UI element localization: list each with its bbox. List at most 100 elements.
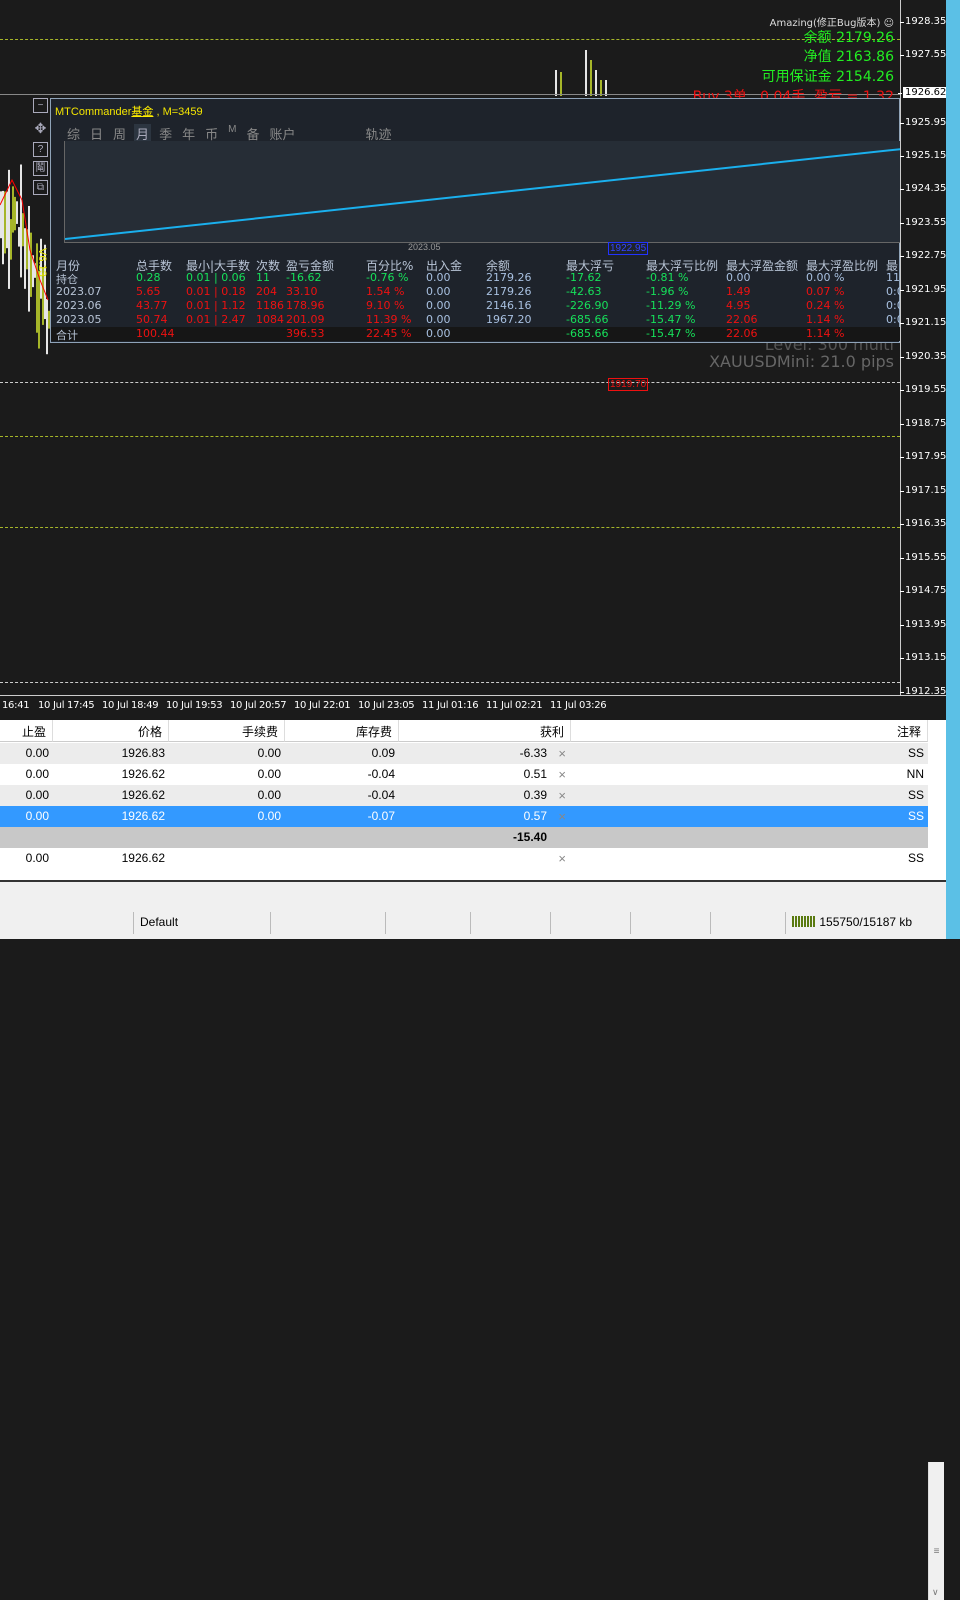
status-cell bbox=[710, 912, 785, 934]
restore-button[interactable]: ⧉ bbox=[33, 180, 48, 195]
candle bbox=[590, 60, 592, 96]
status-cell bbox=[385, 912, 470, 934]
time-tick: 10 Jul 19:53 bbox=[166, 700, 223, 711]
equity-curve bbox=[64, 141, 900, 243]
table-cell: SS bbox=[907, 746, 924, 760]
close-order-icon[interactable]: × bbox=[558, 851, 566, 866]
candle bbox=[30, 232, 32, 297]
stats-cell: -17.62 bbox=[566, 271, 602, 284]
price-tick: 1928.35 bbox=[899, 16, 947, 27]
stats-cell: 0.00 bbox=[426, 271, 451, 284]
table-cell: -0.04 bbox=[367, 767, 395, 781]
profile-name[interactable]: Default bbox=[133, 912, 273, 934]
column-header[interactable]: 手续费 bbox=[169, 720, 285, 742]
price-tick: 1922.75 bbox=[899, 250, 947, 261]
table-cell: 0.09 bbox=[371, 746, 395, 760]
table-cell: 1926.83 bbox=[121, 746, 165, 760]
table-cell: 0.00 bbox=[25, 746, 49, 760]
close-order-icon[interactable]: × bbox=[558, 788, 566, 803]
candle bbox=[16, 201, 18, 224]
candle bbox=[28, 205, 30, 312]
price-tick: 1918.75 bbox=[899, 418, 947, 429]
stats-cell: 11.39 % bbox=[366, 313, 412, 326]
stats-cell: 合计 bbox=[56, 329, 78, 342]
stats-cell: -0.81 % bbox=[646, 271, 689, 284]
candle bbox=[555, 70, 557, 96]
table-cell: 0.00 bbox=[257, 788, 281, 802]
stats-cell: 1186 bbox=[256, 299, 284, 312]
time-tick: 11 Jul 02:21 bbox=[486, 700, 543, 711]
table-cell: 0.51 bbox=[523, 767, 547, 781]
version-label: V6.13 bbox=[36, 248, 48, 277]
stats-cell: 0.28 bbox=[136, 271, 161, 284]
price-tick: 1917.95 bbox=[899, 451, 947, 462]
time-tick: 10 Jul 18:49 bbox=[102, 700, 159, 711]
scrollbar[interactable]: ≡ ∨ bbox=[928, 1462, 944, 1600]
table-cell: 0.00 bbox=[257, 809, 281, 823]
stats-cell: 33.10 bbox=[286, 285, 318, 298]
order-row[interactable]: 0.00 1926.62 0.00 -0.04 0.39 × SS bbox=[0, 785, 928, 806]
minimize-button[interactable]: − bbox=[33, 98, 48, 113]
stats-row: 2023.07 5.65 0.01 | 0.18 204 33.10 1.54 % 0.00… bbox=[51, 285, 900, 299]
candle bbox=[22, 213, 24, 247]
table-cell: NN bbox=[906, 767, 924, 781]
level-line bbox=[0, 436, 900, 437]
column-header[interactable]: 获利 bbox=[399, 720, 571, 742]
table-cell: 1926.62 bbox=[121, 851, 165, 865]
current-price-label: 1926.62 bbox=[897, 87, 949, 98]
disable-button[interactable]: 䰗 bbox=[33, 161, 48, 176]
price-tick: 1923.55 bbox=[899, 217, 947, 228]
level-line bbox=[0, 39, 900, 40]
balance-text: 余额 2179.26 bbox=[803, 30, 894, 46]
column-header[interactable]: 注释 bbox=[571, 720, 928, 742]
scroll-down-icon[interactable]: ∨ bbox=[932, 1587, 939, 1598]
stats-cell: 178.96 bbox=[286, 299, 325, 312]
move-icon[interactable]: ✥ bbox=[33, 121, 48, 137]
close-order-icon[interactable]: × bbox=[558, 746, 566, 761]
scroll-thumb[interactable]: ≡ bbox=[931, 1546, 942, 1564]
stats-cell: 0.00 bbox=[426, 327, 451, 340]
candle bbox=[10, 219, 12, 260]
stats-cell: -15.47 % bbox=[646, 327, 696, 340]
pending-order-row[interactable]: 0.00 1926.62 × SS bbox=[0, 848, 928, 869]
table-cell: 1926.62 bbox=[121, 767, 165, 781]
candle bbox=[585, 50, 587, 96]
column-header[interactable]: 库存费 bbox=[285, 720, 399, 742]
stats-cell: 0.01 | 1.12 bbox=[186, 299, 246, 312]
order-row[interactable]: 0.00 1926.83 0.00 0.09 -6.33 × SS bbox=[0, 743, 928, 764]
candle bbox=[12, 186, 14, 233]
level-line bbox=[0, 382, 900, 383]
price-label-blue: 1922.95 bbox=[608, 242, 649, 255]
price-tick: 1925.95 bbox=[899, 117, 947, 128]
price-tick: 1920.35 bbox=[899, 351, 947, 362]
close-order-icon[interactable]: × bbox=[558, 767, 566, 782]
candle bbox=[4, 191, 6, 254]
table-cell: SS bbox=[907, 788, 924, 802]
stats-cell: 204 bbox=[256, 285, 277, 298]
status-bar: Default 155750/15187 kb bbox=[0, 880, 946, 939]
stats-cell: 201.09 bbox=[286, 313, 325, 326]
table-cell: -15.40 bbox=[512, 830, 547, 844]
order-row[interactable]: 0.00 1926.62 0.00 -0.04 0.51 × NN bbox=[0, 764, 928, 785]
table-cell: 0.57 bbox=[523, 809, 547, 823]
price-chart[interactable]: Amazing(修正Bug版本) ☺ 余额 2179.26 净值 2163.86… bbox=[0, 0, 900, 695]
time-tick: 10 Jul 23:05 bbox=[358, 700, 415, 711]
table-cell: 0.39 bbox=[523, 788, 547, 802]
table-cell: -6.33 bbox=[519, 746, 547, 760]
column-header[interactable]: 止盈 bbox=[0, 720, 53, 742]
column-header[interactable]: 价格 bbox=[53, 720, 169, 742]
stats-cell: 0.07 % bbox=[806, 285, 845, 298]
help-button[interactable]: ? bbox=[33, 142, 48, 157]
price-tick: 1917.15 bbox=[899, 485, 947, 496]
connection-status: 155750/15187 kb bbox=[785, 912, 946, 934]
price-axis[interactable]: 1928.35 1927.55 1925.95 1925.15 1924.35 1923.… bbox=[897, 0, 949, 697]
candle bbox=[560, 72, 562, 96]
stats-row: 合计 100.44 396.53 22.45 % 0.00 -685.66 -15.47 %… bbox=[51, 327, 900, 342]
stats-cell: -1.96 % bbox=[646, 285, 689, 298]
table-cell: 1926.62 bbox=[121, 809, 165, 823]
order-row[interactable]: 0.00 1926.62 0.00 -0.07 0.57 × SS bbox=[0, 806, 928, 827]
stats-cell: 1084 bbox=[256, 313, 284, 326]
close-order-icon[interactable]: × bbox=[558, 809, 566, 824]
stats-cell: 50.74 bbox=[136, 313, 168, 326]
price-tick: 1919.55 bbox=[899, 384, 947, 395]
